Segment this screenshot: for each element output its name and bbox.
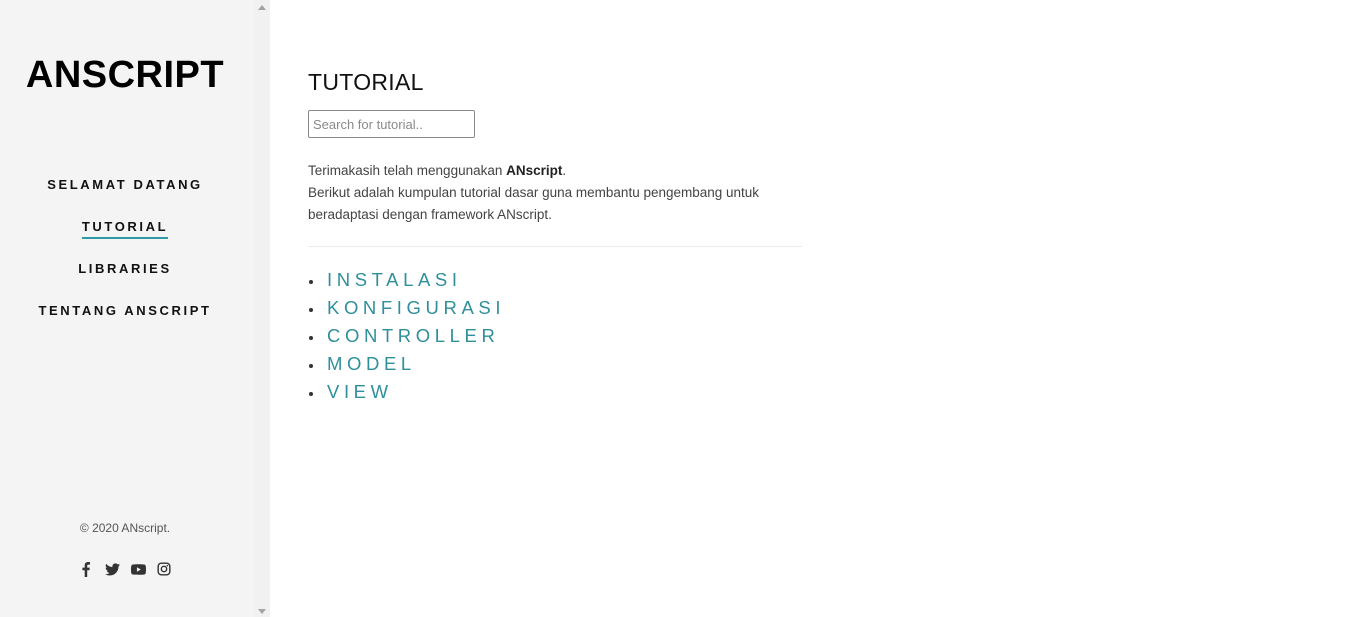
intro-text: Terimakasih telah menggunakan ANscript. … <box>308 160 808 226</box>
intro-line2: Berikut adalah kumpulan tutorial dasar g… <box>308 185 760 222</box>
bullet-icon <box>309 336 313 340</box>
scroll-down-arrow-icon[interactable] <box>258 609 266 614</box>
bullet-icon <box>309 364 313 368</box>
list-item: INSTALASI <box>308 266 505 294</box>
youtube-icon[interactable] <box>130 561 146 577</box>
intro-line1-suffix: . <box>562 163 567 178</box>
tutorial-link-konfigurasi[interactable]: KONFIGURASI <box>327 297 505 319</box>
social-links <box>0 561 250 577</box>
list-item: CONTROLLER <box>308 322 505 350</box>
nav-item-label[interactable]: LIBRARIES <box>78 261 171 279</box>
nav-item-label[interactable]: TENTANG ANSCRIPT <box>38 303 211 321</box>
tutorial-list: INSTALASI KONFIGURASI CONTROLLER MODEL V… <box>308 266 505 406</box>
nav-item-tutorial[interactable]: TUTORIAL <box>0 218 250 260</box>
list-item: VIEW <box>308 378 505 406</box>
nav-item-selamat-datang[interactable]: SELAMAT DATANG <box>0 176 250 218</box>
copyright-text: © 2020 ANscript. <box>79 521 171 535</box>
tutorial-link-instalasi[interactable]: INSTALASI <box>327 269 462 291</box>
tutorial-link-view[interactable]: VIEW <box>327 381 393 403</box>
list-item: MODEL <box>308 350 505 378</box>
bullet-icon <box>309 392 313 396</box>
intro-line1-prefix: Terimakasih telah menggunakan <box>308 163 507 178</box>
tutorial-link-model[interactable]: MODEL <box>327 353 416 375</box>
sidebar-scrollbar[interactable] <box>254 0 270 617</box>
bullet-icon <box>309 280 313 284</box>
facebook-icon[interactable] <box>79 561 94 577</box>
list-item: KONFIGURASI <box>308 294 505 322</box>
search-input[interactable] <box>308 110 475 138</box>
scroll-up-arrow-icon[interactable] <box>258 5 266 10</box>
intro-brand-name: ANscript <box>506 163 563 178</box>
page-title: TUTORIAL <box>308 69 424 96</box>
nav-item-libraries[interactable]: LIBRARIES <box>0 260 250 302</box>
nav-item-tentang-anscript[interactable]: TENTANG ANSCRIPT <box>0 302 250 344</box>
nav-item-label[interactable]: TUTORIAL <box>81 219 169 239</box>
twitter-icon[interactable] <box>104 561 120 577</box>
bullet-icon <box>309 308 313 312</box>
instagram-icon[interactable] <box>157 561 172 577</box>
sidebar: ANSCRIPT SELAMAT DATANG TUTORIAL LIBRARI… <box>0 0 254 617</box>
page: ANSCRIPT SELAMAT DATANG TUTORIAL LIBRARI… <box>0 0 1351 617</box>
sidebar-nav: SELAMAT DATANG TUTORIAL LIBRARIES TENTAN… <box>0 176 250 344</box>
tutorial-link-controller[interactable]: CONTROLLER <box>327 325 499 347</box>
divider <box>308 246 802 247</box>
nav-item-label[interactable]: SELAMAT DATANG <box>47 177 203 195</box>
brand-logo[interactable]: ANSCRIPT <box>0 54 250 97</box>
